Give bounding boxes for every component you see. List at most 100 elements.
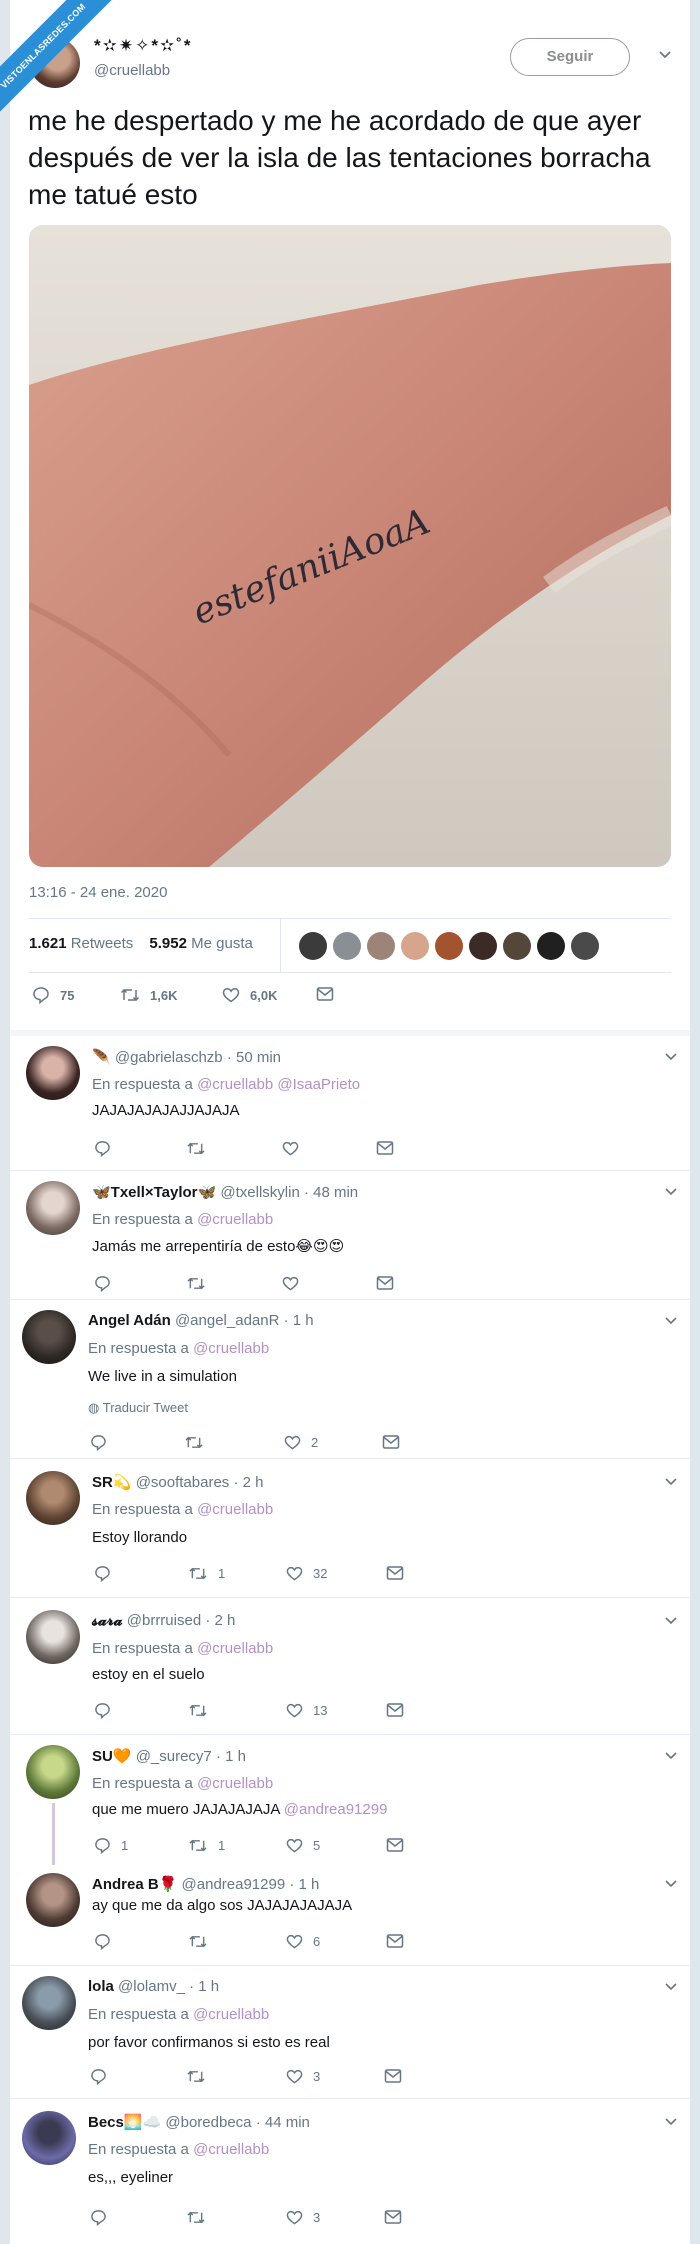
- retweet-action[interactable]: [188, 1702, 208, 1719]
- reply-author[interactable]: SU🧡 @_surecy7 · 1 h: [92, 1747, 246, 1765]
- avatar[interactable]: [26, 1745, 80, 1799]
- retweet-action[interactable]: [186, 2068, 206, 2085]
- dm-action[interactable]: [376, 1275, 394, 1291]
- reply-author[interactable]: lola @lolamv_ · 1 h: [88, 1978, 219, 1995]
- likes-count[interactable]: 5.952: [149, 935, 187, 952]
- like-action[interactable]: 5: [286, 1837, 320, 1854]
- like-action[interactable]: [282, 1275, 299, 1292]
- dm-action[interactable]: [382, 1434, 400, 1450]
- avatar[interactable]: [22, 1310, 76, 1364]
- chevron-down-icon[interactable]: [658, 48, 672, 62]
- dm-action[interactable]: [386, 1837, 404, 1853]
- chevron-down-icon[interactable]: [664, 1614, 678, 1628]
- chevron-down-icon[interactable]: [664, 1050, 678, 1064]
- chevron-down-icon[interactable]: [664, 1877, 678, 1891]
- heart-icon: [286, 1934, 303, 1949]
- avatar[interactable]: [26, 1046, 80, 1100]
- translate-link[interactable]: ◍ Traducir Tweet: [88, 1400, 188, 1416]
- retweet-action[interactable]: [186, 1275, 206, 1292]
- liker-avatar[interactable]: [333, 932, 361, 960]
- liker-avatar[interactable]: [469, 932, 497, 960]
- retweet-action[interactable]: 1: [188, 1565, 225, 1582]
- avatar[interactable]: [26, 1873, 80, 1927]
- dm-action[interactable]: [386, 1565, 404, 1581]
- reply-action[interactable]: [94, 1702, 111, 1719]
- dm-action[interactable]: [384, 2068, 402, 2084]
- dm-action[interactable]: [316, 986, 334, 1002]
- retweets-count[interactable]: 1.621: [29, 935, 67, 952]
- reply-author[interactable]: Andrea B🌹 @andrea91299 · 1 h: [92, 1875, 319, 1893]
- reply-action[interactable]: 1: [94, 1837, 128, 1854]
- reply-author[interactable]: Becs🌅☁️ @boredbeca · 44 min: [88, 2113, 310, 2131]
- chevron-down-icon[interactable]: [664, 1185, 678, 1199]
- mention-link[interactable]: @cruellabb: [197, 1501, 273, 1518]
- like-action[interactable]: [282, 1140, 299, 1157]
- reply-action[interactable]: [94, 1565, 111, 1582]
- chevron-down-icon[interactable]: [664, 1314, 678, 1328]
- mention-link[interactable]: @cruellabb: [197, 1640, 273, 1657]
- liker-avatar[interactable]: [299, 932, 327, 960]
- chevron-down-icon[interactable]: [664, 2115, 678, 2129]
- mention-link[interactable]: @cruellabb: [193, 2006, 269, 2023]
- mention-link[interactable]: @cruellabb: [197, 1211, 273, 1228]
- like-action[interactable]: 6: [286, 1933, 320, 1950]
- like-count: 3: [313, 2210, 321, 2225]
- chevron-down-icon[interactable]: [664, 1980, 678, 1994]
- dm-action[interactable]: [386, 1702, 404, 1718]
- retweets-label[interactable]: Retweets: [71, 935, 134, 952]
- retweet-action[interactable]: [186, 2209, 206, 2226]
- avatar[interactable]: [22, 1976, 76, 2030]
- reply-icon: [95, 1838, 110, 1854]
- mention-link[interactable]: @andrea91299: [284, 1801, 388, 1818]
- like-action[interactable]: 32: [286, 1565, 327, 1582]
- dm-action[interactable]: [384, 2209, 402, 2225]
- avatar[interactable]: [26, 1181, 80, 1235]
- mention-link[interactable]: @cruellabb: [193, 1340, 269, 1357]
- chevron-down-icon[interactable]: [664, 1475, 678, 1489]
- tweet-photo[interactable]: estefaniiAoaA: [29, 225, 671, 867]
- reply-author[interactable]: 🪶 @gabrielaschzb · 50 min: [92, 1048, 281, 1066]
- reply-action[interactable]: [94, 1275, 111, 1292]
- like-action[interactable]: 2: [284, 1434, 318, 1451]
- like-action[interactable]: 3: [286, 2068, 320, 2085]
- avatar[interactable]: [26, 1471, 80, 1525]
- liker-avatar[interactable]: [537, 932, 565, 960]
- in-reply-to: En respuesta a @cruellabb: [92, 1640, 274, 1657]
- like-action[interactable]: 13: [286, 1702, 327, 1719]
- heart-icon: [286, 2210, 303, 2225]
- liker-avatar[interactable]: [503, 932, 531, 960]
- avatar[interactable]: [26, 1610, 80, 1664]
- like-action[interactable]: 3: [286, 2209, 320, 2226]
- chevron-down-icon[interactable]: [664, 1749, 678, 1763]
- retweet-action[interactable]: [186, 1140, 206, 1157]
- retweet-action[interactable]: [184, 1434, 204, 1451]
- retweet-count: 1: [218, 1838, 226, 1853]
- dm-action[interactable]: [376, 1140, 394, 1156]
- retweet-action[interactable]: 1,6K: [120, 986, 177, 1004]
- reply-action[interactable]: 75: [32, 986, 74, 1004]
- reply-author[interactable]: 𝓼𝓪𝓻𝓪 @brrruised · 2 h: [92, 1612, 235, 1629]
- dm-action[interactable]: [386, 1933, 404, 1949]
- likes-label[interactable]: Me gusta: [191, 935, 253, 952]
- avatar[interactable]: [22, 2111, 76, 2165]
- reply-action[interactable]: [94, 1933, 111, 1950]
- retweet-action[interactable]: 1: [188, 1837, 225, 1854]
- reply-action[interactable]: [90, 2068, 107, 2085]
- mention-link[interactable]: @cruellabb: [197, 1775, 273, 1792]
- retweet-action[interactable]: [188, 1933, 208, 1950]
- reply-author[interactable]: 🦋Txell×Taylor🦋 @txellskylin · 48 min: [92, 1183, 358, 1201]
- reply-author[interactable]: Angel Adán @angel_adanR · 1 h: [88, 1312, 314, 1329]
- mention-link[interactable]: @cruellabb: [193, 2141, 269, 2158]
- liker-avatar[interactable]: [571, 932, 599, 960]
- liker-avatar[interactable]: [367, 932, 395, 960]
- reply-action[interactable]: [94, 1140, 111, 1157]
- mention-link[interactable]: @cruellabb @IsaaPrieto: [197, 1076, 360, 1093]
- liker-avatar[interactable]: [435, 932, 463, 960]
- follow-button[interactable]: Seguir: [510, 38, 630, 76]
- reply-author[interactable]: SR💫 @sooftabares · 2 h: [92, 1473, 264, 1491]
- tweet-timestamp[interactable]: 13:16 - 24 ene. 2020: [29, 884, 167, 901]
- liker-avatar[interactable]: [401, 932, 429, 960]
- like-action[interactable]: 6,0K: [222, 986, 277, 1004]
- reply-action[interactable]: [90, 1434, 107, 1451]
- reply-action[interactable]: [90, 2209, 107, 2226]
